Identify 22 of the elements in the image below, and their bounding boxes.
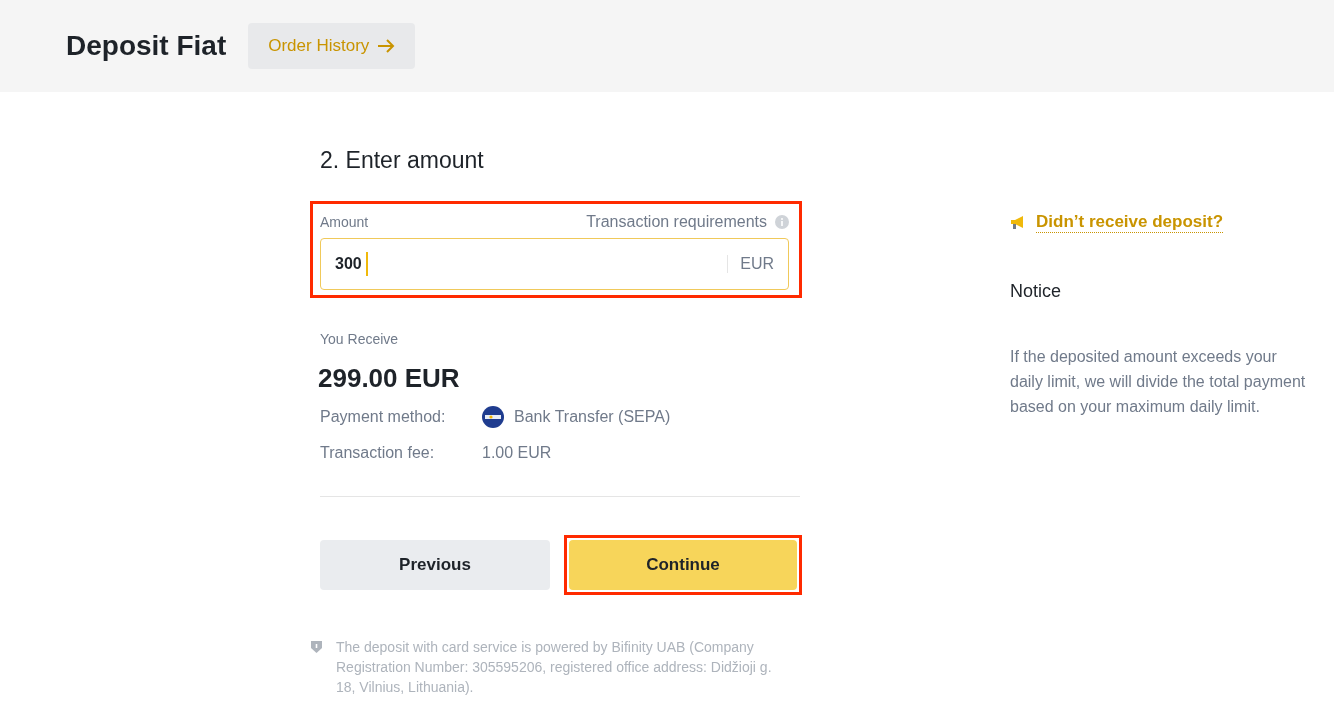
amount-field[interactable]: 300 EUR xyxy=(320,238,789,290)
megaphone-icon xyxy=(1010,215,1026,230)
amount-label: Amount xyxy=(320,214,369,230)
page-title: Deposit Fiat xyxy=(66,30,227,62)
info-icon xyxy=(775,215,789,229)
detail-value: 1.00 EUR xyxy=(482,444,552,462)
disclaimer-text: The deposit with card service is powered by Bifinity UAB (Company Registration Number: 305595206, registered office address: Didžioji g. 18, Vilnius, Lithuania). xyxy=(336,638,773,697)
arrow-right-icon xyxy=(377,39,396,53)
notice-title: Notice xyxy=(1010,281,1063,302)
receive-label: You Receive xyxy=(320,331,400,347)
previous-button[interactable]: Previous xyxy=(320,540,550,590)
detail-value: Bank Transfer (SEPA) xyxy=(514,408,671,426)
detail-label: Payment method: xyxy=(320,408,447,426)
sepa-logo-icon xyxy=(482,406,504,428)
shield-icon xyxy=(310,640,323,654)
continue-button[interactable]: Continue xyxy=(569,540,797,590)
step-title: 2. Enter amount xyxy=(320,147,485,175)
requirements-link[interactable]: Transaction requirements xyxy=(586,213,767,231)
currency-label: EUR xyxy=(727,255,774,273)
receive-amount: 299.00 EUR xyxy=(318,363,461,394)
notice-text: If the deposited amount exceeds your daily limit, we will divide the total payment based on your maximum daily limit. xyxy=(1010,347,1307,417)
detail-label: Transaction fee: xyxy=(320,444,436,462)
